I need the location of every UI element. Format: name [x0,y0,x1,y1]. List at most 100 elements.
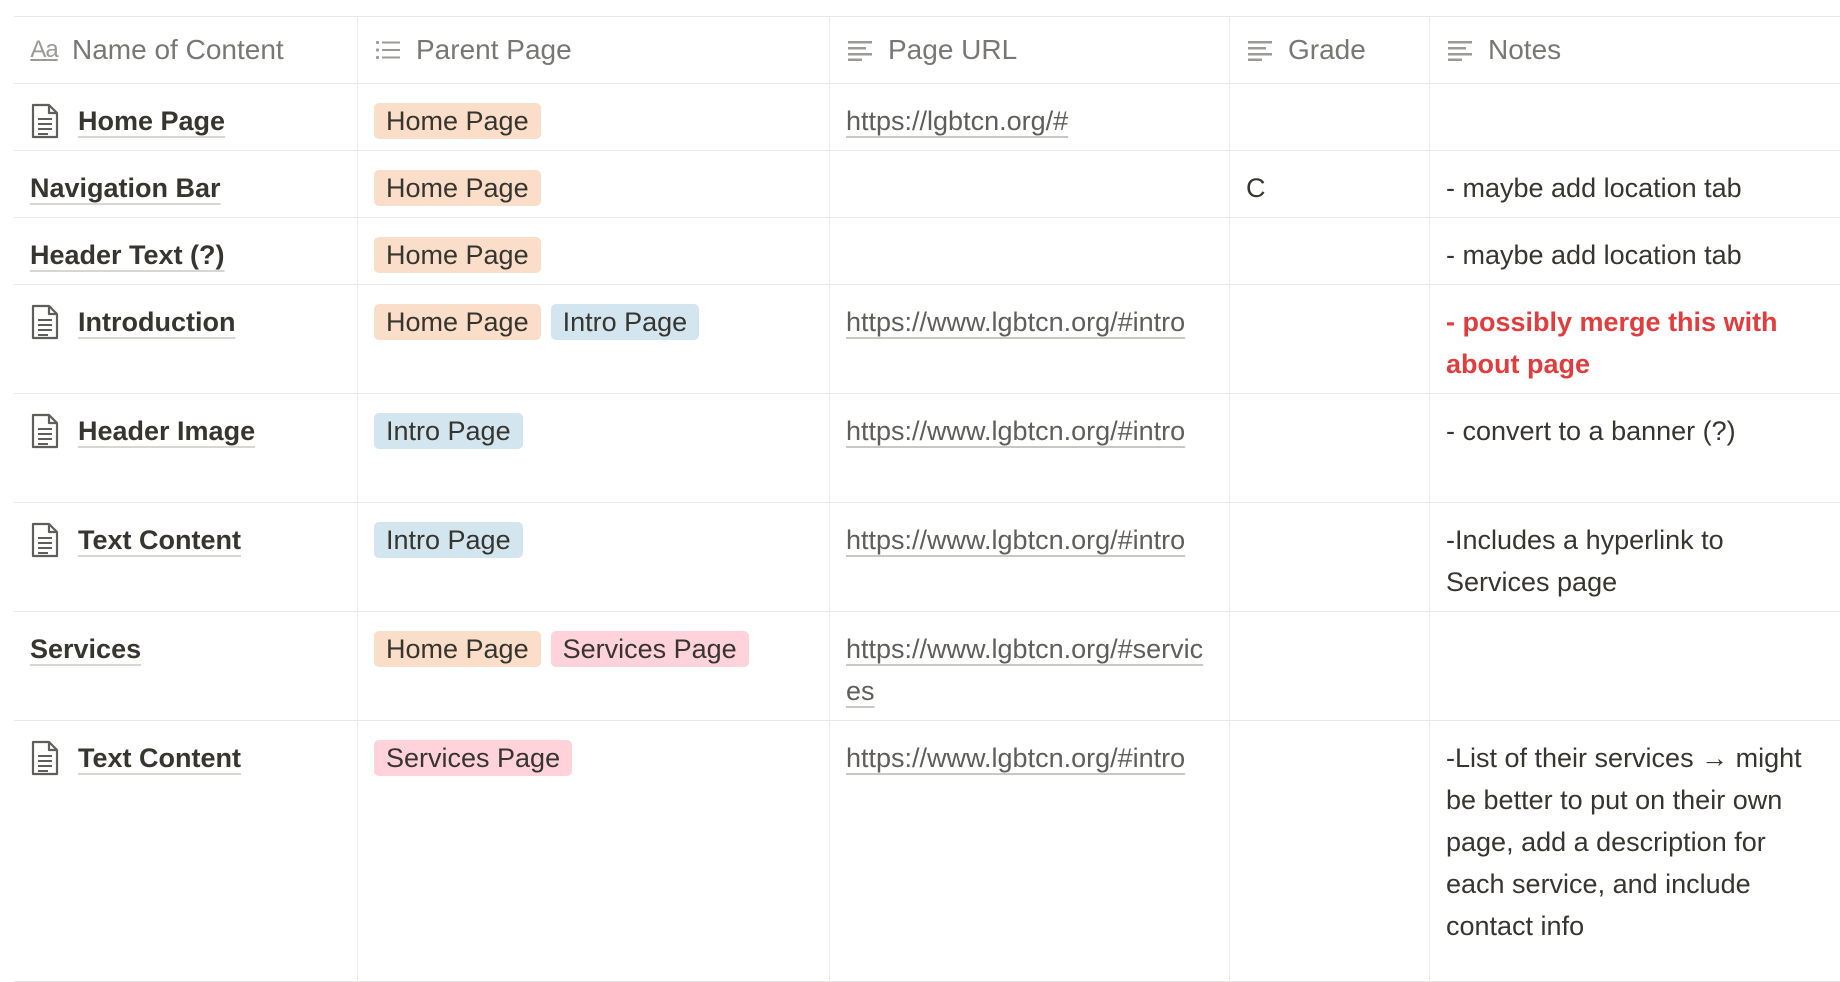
table-body: Home Page Home Page https://lgbtcn.org/# Na… [14,84,1840,982]
cell-page-url[interactable]: https://www.lgbtcn.org/#services [830,612,1230,720]
cell-notes[interactable] [1430,612,1840,720]
cell-parent-page[interactable]: Home Page [358,151,830,217]
column-header-label: Notes [1488,34,1562,65]
title-wrap: Services [30,628,341,670]
page-icon [30,304,60,340]
column-header-label: Page URL [888,34,1018,65]
page-icon [30,103,60,139]
title-wrap: Navigation Bar [30,167,341,209]
title-wrap: Header Image [30,410,341,452]
page-title-link[interactable]: Introduction [78,301,235,343]
page-title-link[interactable]: Text Content [78,519,241,561]
title-wrap: Home Page [30,100,341,142]
database-table: Aa Name of Content Parent Page Page URL … [14,16,1840,982]
cell-parent-page[interactable]: Home Page Intro Page [358,285,830,393]
cell-name[interactable]: Navigation Bar [14,151,358,217]
cell-parent-page[interactable]: Home Page [358,84,830,150]
cell-parent-page[interactable]: Home Page Services Page [358,612,830,720]
column-header-grade[interactable]: Grade [1230,17,1430,83]
page-title-link[interactable]: Header Text (?) [30,234,225,276]
page-title-link[interactable]: Home Page [78,100,225,142]
table-row: Introduction Home Page Intro Page https://w… [14,285,1840,394]
parent-page-tag[interactable]: Services Page [374,740,573,776]
cell-notes[interactable]: - maybe add location tab [1430,151,1840,217]
cell-name[interactable]: Home Page [14,84,358,150]
page-title-link[interactable]: Services [30,628,141,670]
column-header-label: Grade [1288,34,1366,65]
text-lines-icon [1446,36,1474,64]
cell-page-url[interactable]: https://lgbtcn.org/# [830,84,1230,150]
cell-name[interactable]: Text Content [14,503,358,611]
cell-page-url[interactable] [830,218,1230,284]
cell-parent-page[interactable]: Home Page [358,218,830,284]
cell-notes[interactable] [1430,84,1840,150]
cell-notes[interactable]: - maybe add location tab [1430,218,1840,284]
cell-notes[interactable]: - convert to a banner (?) [1430,394,1840,502]
column-header-parent[interactable]: Parent Page [358,17,830,83]
cell-page-url[interactable] [830,151,1230,217]
cell-grade[interactable] [1230,721,1430,981]
cell-grade[interactable] [1230,285,1430,393]
parent-page-tag[interactable]: Intro Page [550,304,700,340]
cell-parent-page[interactable]: Intro Page [358,503,830,611]
page-url-link[interactable]: https://www.lgbtcn.org/#intro [846,410,1213,452]
table-row: Text Content Intro Page https://www.lgbtcn… [14,503,1840,612]
table-header: Aa Name of Content Parent Page Page URL … [14,16,1840,84]
cell-name[interactable]: Text Content [14,721,358,981]
column-header-url[interactable]: Page URL [830,17,1230,83]
table-row: Header Text (?) Home Page - maybe add loca… [14,218,1840,285]
parent-page-tag[interactable]: Home Page [374,103,541,139]
page-url-link[interactable]: https://www.lgbtcn.org/#intro [846,737,1213,779]
parent-page-tag[interactable]: Home Page [374,304,541,340]
page-icon [30,522,60,558]
notes-text: -List of their services → might be bette… [1446,743,1802,941]
page-url-link[interactable]: https://www.lgbtcn.org/#services [846,628,1213,712]
cell-grade[interactable]: C [1230,151,1430,217]
cell-parent-page[interactable]: Services Page [358,721,830,981]
cell-grade[interactable] [1230,84,1430,150]
parent-page-tag[interactable]: Home Page [374,631,541,667]
grade-value: C [1246,173,1266,203]
parent-page-tag[interactable]: Intro Page [374,413,523,449]
cell-name[interactable]: Header Image [14,394,358,502]
text-type-icon: Aa [30,36,58,63]
page-title-link[interactable]: Text Content [78,737,241,779]
column-header-notes[interactable]: Notes [1430,17,1840,83]
title-wrap: Header Text (?) [30,234,341,276]
cell-notes[interactable]: -Includes a hyperlink to Services page [1430,503,1840,611]
table-row: Navigation Bar Home Page C - maybe add loca… [14,151,1840,218]
notes-text: - possibly merge this with about page [1446,307,1778,379]
column-header-name[interactable]: Aa Name of Content [14,17,358,83]
cell-page-url[interactable]: https://www.lgbtcn.org/#intro [830,394,1230,502]
cell-notes[interactable]: - possibly merge this with about page [1430,285,1840,393]
table-row: Header Image Intro Page https://www.lgbtcn… [14,394,1840,503]
cell-page-url[interactable]: https://www.lgbtcn.org/#intro [830,721,1230,981]
page-title-link[interactable]: Header Image [78,410,255,452]
page-url-link[interactable]: https://lgbtcn.org/# [846,100,1213,142]
parent-page-tag[interactable]: Intro Page [374,522,523,558]
cell-grade[interactable] [1230,612,1430,720]
cell-grade[interactable] [1230,218,1430,284]
page-icon [30,740,60,776]
cell-grade[interactable] [1230,394,1430,502]
notes-text: - convert to a banner (?) [1446,416,1736,446]
page-url-link[interactable]: https://www.lgbtcn.org/#intro [846,301,1213,343]
title-wrap: Text Content [30,737,341,779]
text-lines-icon [1246,36,1274,64]
title-wrap: Text Content [30,519,341,561]
cell-page-url[interactable]: https://www.lgbtcn.org/#intro [830,285,1230,393]
page-title-link[interactable]: Navigation Bar [30,167,221,209]
cell-page-url[interactable]: https://www.lgbtcn.org/#intro [830,503,1230,611]
cell-name[interactable]: Header Text (?) [14,218,358,284]
parent-page-tag[interactable]: Services Page [550,631,749,667]
parent-page-tag[interactable]: Home Page [374,170,541,206]
column-header-label: Name of Content [72,34,284,65]
page-url-link[interactable]: https://www.lgbtcn.org/#intro [846,519,1213,561]
cell-notes[interactable]: -List of their services → might be bette… [1430,721,1840,981]
cell-name[interactable]: Services [14,612,358,720]
cell-name[interactable]: Introduction [14,285,358,393]
table-row: Services Home Page Services Page https://ww… [14,612,1840,721]
cell-parent-page[interactable]: Intro Page [358,394,830,502]
parent-page-tag[interactable]: Home Page [374,237,541,273]
cell-grade[interactable] [1230,503,1430,611]
